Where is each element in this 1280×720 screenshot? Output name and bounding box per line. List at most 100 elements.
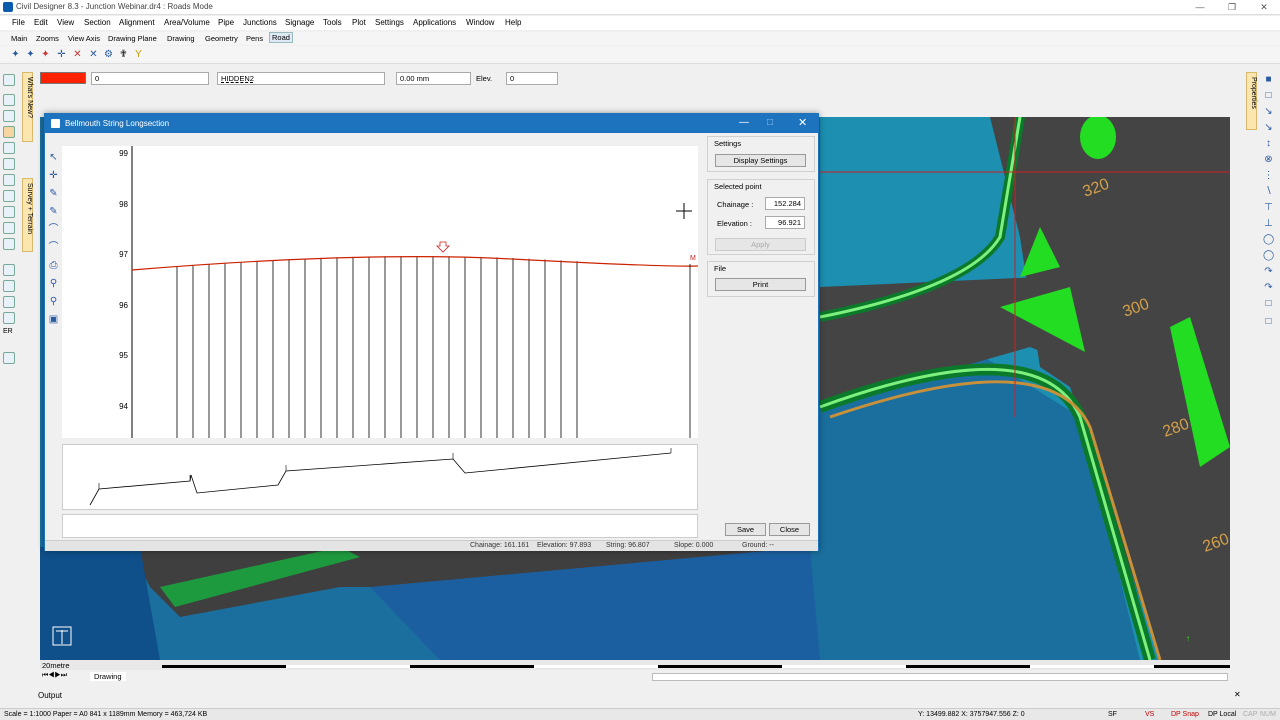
- tool-icon[interactable]: [3, 174, 15, 186]
- status-vs[interactable]: VS: [1145, 711, 1154, 718]
- tab-nav-icon[interactable]: ⏮◀▶⏭: [42, 672, 67, 680]
- save-button[interactable]: Save: [725, 523, 766, 536]
- survey-terrain-tab[interactable]: Survey + Terrain: [22, 178, 33, 252]
- snap-icon[interactable]: ◯: [1263, 234, 1274, 245]
- dialog-maximize-icon[interactable]: □: [767, 117, 773, 128]
- tool-icon[interactable]: [3, 312, 15, 324]
- tab-zooms[interactable]: Zooms: [36, 34, 59, 43]
- snap-icon[interactable]: ↷: [1263, 266, 1274, 277]
- menu-file[interactable]: File: [12, 18, 25, 27]
- tab-road[interactable]: Road: [269, 32, 293, 43]
- pin-icon[interactable]: ✟: [118, 49, 129, 60]
- status-dp-local[interactable]: DP Local: [1208, 711, 1236, 718]
- elev-input[interactable]: 0: [506, 72, 558, 85]
- menu-edit[interactable]: Edit: [34, 18, 48, 27]
- tool-icon[interactable]: [3, 158, 15, 170]
- tool-icon[interactable]: [3, 74, 15, 86]
- longsection-plot[interactable]: M: [62, 146, 699, 438]
- er-icon[interactable]: ER: [3, 328, 15, 340]
- road-tool-icon[interactable]: ✕: [72, 49, 83, 60]
- print-icon[interactable]: ⎙: [48, 260, 59, 271]
- road-tool-icon[interactable]: ✕: [88, 49, 99, 60]
- tool-icon[interactable]: [3, 126, 15, 138]
- menu-plot[interactable]: Plot: [352, 18, 366, 27]
- snap-icon[interactable]: ⊥: [1263, 218, 1274, 229]
- tool-icon[interactable]: [3, 94, 15, 106]
- close-button[interactable]: Close: [769, 523, 810, 536]
- menu-help[interactable]: Help: [505, 18, 521, 27]
- snap-icon[interactable]: □: [1263, 316, 1274, 327]
- menu-junctions[interactable]: Junctions: [243, 18, 277, 27]
- tool-icon[interactable]: [3, 110, 15, 122]
- curve-icon[interactable]: ⌒: [48, 224, 59, 235]
- elevation-field[interactable]: 96.921: [765, 216, 805, 229]
- status-sf[interactable]: SF: [1108, 711, 1117, 718]
- snap-icon[interactable]: ⊗: [1263, 154, 1274, 165]
- menu-window[interactable]: Window: [466, 18, 494, 27]
- snap-icon[interactable]: ◯: [1263, 250, 1274, 261]
- snap-icon[interactable]: □: [1263, 298, 1274, 309]
- tab-view-axis[interactable]: View Axis: [68, 34, 100, 43]
- road-tool-icon[interactable]: ✦: [40, 49, 51, 60]
- snap-icon[interactable]: ↕: [1263, 138, 1274, 149]
- edit-icon[interactable]: ✎: [48, 206, 59, 217]
- edit-icon[interactable]: ✎: [48, 188, 59, 199]
- h-scrollbar[interactable]: [652, 673, 1228, 681]
- tab-geometry[interactable]: Geometry: [205, 34, 238, 43]
- tool-icon[interactable]: [3, 352, 15, 364]
- snap-icon[interactable]: ⋮: [1263, 170, 1274, 181]
- road-tool-icon[interactable]: ✛: [56, 49, 67, 60]
- chainage-field[interactable]: 152.284: [765, 197, 805, 210]
- width-select[interactable]: 0.00 mm: [396, 72, 471, 85]
- print-button[interactable]: Print: [715, 278, 806, 291]
- tool-icon[interactable]: [3, 206, 15, 218]
- status-dp-snap[interactable]: DP Snap: [1171, 711, 1199, 718]
- apply-button[interactable]: Apply: [715, 238, 806, 251]
- menu-signage[interactable]: Signage: [285, 18, 314, 27]
- curve-icon[interactable]: ⌒: [48, 242, 59, 253]
- snap-icon[interactable]: □: [1263, 90, 1274, 101]
- save-icon[interactable]: ▣: [48, 314, 59, 325]
- pan-icon[interactable]: ✛: [48, 170, 59, 181]
- layer-select[interactable]: 0: [91, 72, 209, 85]
- snap-icon[interactable]: ⊤: [1263, 202, 1274, 213]
- ground-plot[interactable]: [62, 514, 698, 538]
- tab-drawing-plane[interactable]: Drawing Plane: [108, 34, 157, 43]
- tab-main[interactable]: Main: [11, 34, 27, 43]
- gear-icon[interactable]: ⚙: [103, 49, 114, 60]
- road-tool-icon[interactable]: ✦: [10, 49, 21, 60]
- snap-icon[interactable]: ■: [1263, 74, 1274, 85]
- minimize-icon[interactable]: —: [1184, 0, 1216, 15]
- zoom-icon[interactable]: ⚲: [48, 296, 59, 307]
- menu-pipe[interactable]: Pipe: [218, 18, 234, 27]
- cursor-icon[interactable]: ↖: [48, 152, 59, 163]
- menu-settings[interactable]: Settings: [375, 18, 404, 27]
- road-tool-icon[interactable]: ✦: [25, 49, 36, 60]
- whats-new-tab[interactable]: What's New?: [22, 72, 33, 142]
- menu-section[interactable]: Section: [84, 18, 111, 27]
- dialog-close-icon[interactable]: ✕: [798, 116, 807, 129]
- zoom-icon[interactable]: ⚲: [48, 278, 59, 289]
- linetype-select[interactable]: HIDDEN2: [217, 72, 385, 85]
- junction-icon[interactable]: Y: [133, 49, 144, 60]
- tab-pens[interactable]: Pens: [246, 34, 263, 43]
- drawing-tab[interactable]: Drawing: [90, 672, 126, 681]
- menu-view[interactable]: View: [57, 18, 74, 27]
- color-swatch[interactable]: [40, 72, 86, 84]
- display-settings-button[interactable]: Display Settings: [715, 154, 806, 167]
- menu-alignment[interactable]: Alignment: [119, 18, 155, 27]
- dialog-minimize-icon[interactable]: —: [739, 117, 749, 128]
- tool-icon[interactable]: [3, 280, 15, 292]
- menu-tools[interactable]: Tools: [323, 18, 342, 27]
- output-close-icon[interactable]: ✕: [1234, 690, 1241, 699]
- tool-icon[interactable]: [3, 238, 15, 250]
- snap-icon[interactable]: ∖: [1263, 186, 1274, 197]
- snap-icon[interactable]: ↷: [1263, 282, 1274, 293]
- tool-icon[interactable]: [3, 222, 15, 234]
- tool-icon[interactable]: [3, 190, 15, 202]
- restore-icon[interactable]: ❐: [1216, 0, 1248, 15]
- close-icon[interactable]: ✕: [1248, 0, 1280, 15]
- tab-drawing[interactable]: Drawing: [167, 34, 195, 43]
- snap-icon[interactable]: ↘: [1263, 122, 1274, 133]
- tool-icon[interactable]: [3, 296, 15, 308]
